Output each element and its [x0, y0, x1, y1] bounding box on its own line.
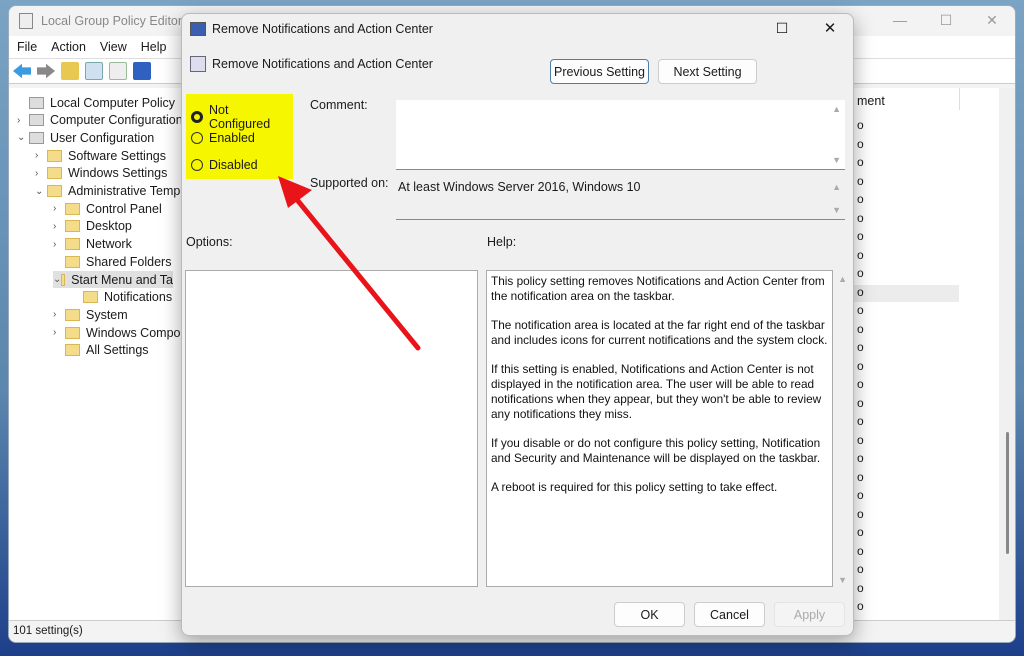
arrow-shaft — [291, 193, 421, 351]
annotation-arrow — [278, 176, 421, 351]
arrow-head — [278, 176, 312, 208]
